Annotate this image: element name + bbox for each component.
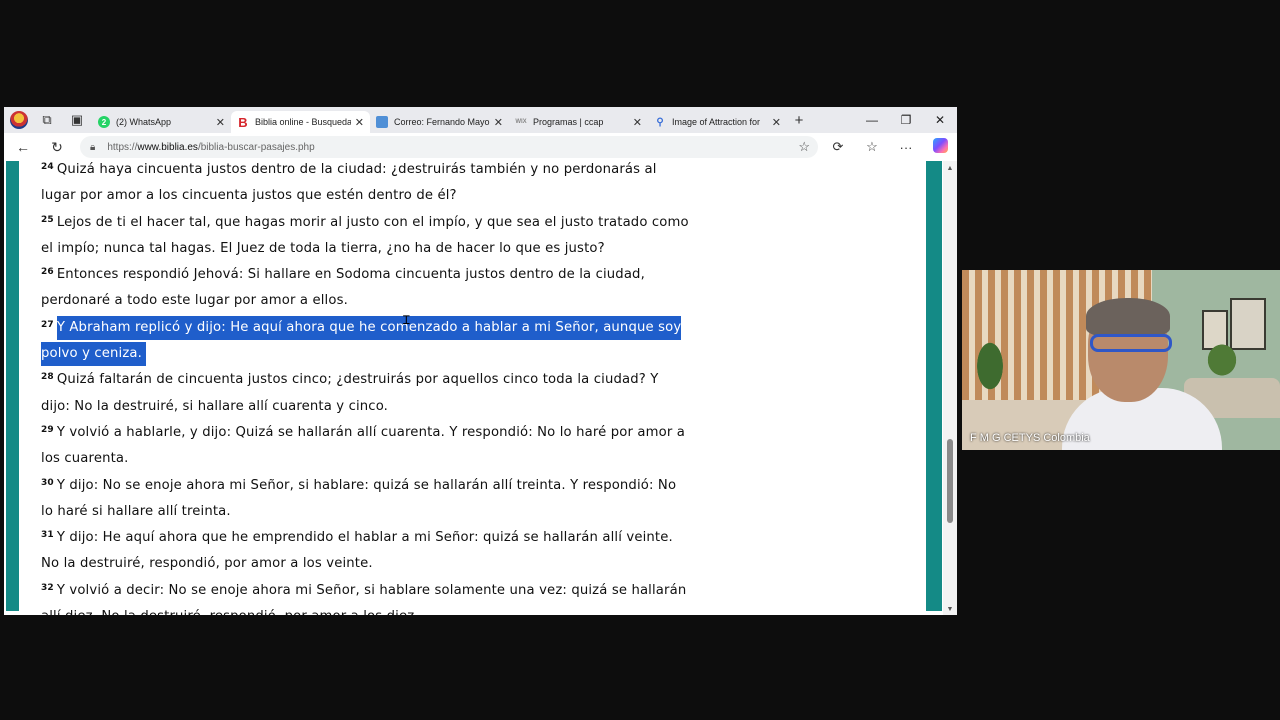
verse-number: 24 bbox=[41, 162, 54, 172]
verse-32: 32 Y volvió a decir: No se enoje ahora mi… bbox=[41, 578, 691, 615]
tab-actions-icon[interactable]: ▣ bbox=[66, 109, 88, 131]
verse-29: 29 Y volvió a hablarle, y dijo: Quizá se … bbox=[41, 420, 691, 473]
tab-whatsapp[interactable]: 2 (2) WhatsApp ✕ bbox=[92, 111, 231, 133]
close-tab-icon[interactable]: ✕ bbox=[216, 116, 225, 129]
new-tab-button[interactable]: + bbox=[787, 112, 811, 129]
address-toolbar: ← ↻ 🔒︎ https://www.biblia.es/biblia-busc… bbox=[4, 133, 957, 161]
verse-27: 27 Y Abraham replicó y dijo: He aquí ahor… bbox=[41, 315, 691, 368]
participant-hair bbox=[1086, 298, 1170, 336]
more-menu-icon[interactable]: ··· bbox=[889, 140, 923, 155]
refresh-icon[interactable]: ↻ bbox=[44, 135, 70, 159]
browser-tools: ⟳ ☆ ··· bbox=[821, 133, 957, 161]
verse-list: 24 Quizá haya cincuenta justos dentro de … bbox=[41, 161, 691, 615]
vertical-scrollbar[interactable]: ▲ ▼ bbox=[943, 161, 957, 615]
verse-text-selected[interactable]: Y Abraham replicó y dijo: He aquí ahora … bbox=[41, 315, 682, 367]
verse-text: Y volvió a decir: No se enoje ahora mi S… bbox=[41, 582, 687, 615]
tab-image-search[interactable]: ⚲ Image of Attraction for ✕ bbox=[648, 111, 787, 133]
tab-title: (2) WhatsApp bbox=[116, 117, 172, 127]
profile-avatar-icon[interactable] bbox=[10, 111, 28, 129]
verse-25: 25 Lejos de ti el hacer tal, que hagas mo… bbox=[41, 210, 691, 263]
copilot-icon[interactable] bbox=[923, 138, 957, 156]
biblia-icon: B bbox=[238, 114, 248, 130]
tab-bar: ⧉ ▣ 2 (2) WhatsApp ✕ B Biblia online - B… bbox=[4, 107, 957, 133]
close-tab-icon[interactable]: ✕ bbox=[355, 116, 364, 129]
verse-text: Entonces respondió Jehová: Si hallare en… bbox=[41, 267, 645, 309]
verse-number: 26 bbox=[41, 267, 54, 278]
scroll-down-icon[interactable]: ▼ bbox=[943, 606, 957, 613]
close-tab-icon[interactable]: ✕ bbox=[633, 116, 642, 129]
url-path: /biblia-buscar-pasajes.php bbox=[197, 141, 315, 153]
verse-number: 32 bbox=[41, 582, 54, 593]
verse-text: Quizá haya cincuenta justos dentro de la… bbox=[41, 162, 657, 204]
verse-number: 29 bbox=[41, 424, 54, 435]
extensions-icon[interactable]: ⟳ bbox=[821, 139, 855, 155]
favorites-icon[interactable]: ☆ bbox=[855, 139, 889, 155]
plant bbox=[970, 330, 1010, 390]
page-border-right bbox=[926, 161, 942, 611]
text-cursor-icon: Ɪ bbox=[403, 313, 410, 327]
tab-title: Image of Attraction for bbox=[672, 117, 761, 127]
window-controls: — ❐ ✕ bbox=[855, 107, 957, 133]
tab-programas[interactable]: WIX Programas | ccap ✕ bbox=[509, 111, 648, 133]
verse-text: Quizá faltarán de cincuenta justos cinco… bbox=[41, 372, 659, 414]
meeting-stage: ⧉ ▣ 2 (2) WhatsApp ✕ B Biblia online - B… bbox=[0, 0, 1280, 720]
participant-name: F M G CETYS Colombia bbox=[970, 432, 1090, 444]
verse-text: Y dijo: No se enoje ahora mi Señor, si h… bbox=[41, 477, 677, 519]
verse-30: 30 Y dijo: No se enoje ahora mi Señor, si… bbox=[41, 473, 691, 526]
verse-text: Y volvió a hablarle, y dijo: Quizá se ha… bbox=[41, 424, 685, 467]
participant-video[interactable]: F M G CETYS Colombia bbox=[962, 270, 1280, 450]
verse-26: 26 Entonces respondió Jehová: Si hallare … bbox=[41, 262, 691, 315]
verse-number: 28 bbox=[41, 372, 54, 383]
verse-number: 31 bbox=[41, 530, 54, 541]
url-host: www.biblia.es bbox=[137, 141, 198, 153]
shared-browser-window: ⧉ ▣ 2 (2) WhatsApp ✕ B Biblia online - B… bbox=[4, 107, 957, 615]
search-icon: ⚲ bbox=[656, 116, 664, 128]
verse-number: 25 bbox=[41, 214, 54, 225]
restore-icon[interactable]: ❐ bbox=[889, 107, 923, 133]
verse-text: Y dijo: He aquí ahora que he emprendido … bbox=[41, 530, 673, 572]
workspaces-icon[interactable]: ⧉ bbox=[36, 109, 58, 131]
verse-28: 28 Quizá faltarán de cincuenta justos cin… bbox=[41, 367, 691, 420]
page-content: 24 Quizá haya cincuenta justos dentro de … bbox=[4, 161, 957, 615]
close-tab-icon[interactable]: ✕ bbox=[772, 116, 781, 129]
tab-title: Programas | ccap bbox=[533, 117, 604, 127]
whatsapp-icon: 2 bbox=[98, 116, 110, 128]
close-window-icon[interactable]: ✕ bbox=[923, 107, 957, 133]
back-icon[interactable]: ← bbox=[10, 135, 36, 159]
plant bbox=[1200, 336, 1244, 376]
verse-number: 27 bbox=[41, 319, 54, 330]
wix-icon: WIX bbox=[515, 119, 527, 125]
address-bar[interactable]: 🔒︎ https://www.biblia.es/biblia-buscar-p… bbox=[80, 136, 818, 158]
scroll-up-icon[interactable]: ▲ bbox=[943, 165, 957, 172]
site-info-icon[interactable]: 🔒︎ bbox=[90, 142, 95, 153]
minimize-icon[interactable]: — bbox=[855, 107, 889, 133]
participant-glasses bbox=[1090, 334, 1172, 352]
page-border-left bbox=[6, 161, 19, 611]
verse-24: 24 Quizá haya cincuenta justos dentro de … bbox=[41, 161, 691, 210]
verse-number: 30 bbox=[41, 477, 54, 488]
verse-text: Lejos de ti el hacer tal, que hagas mori… bbox=[41, 214, 689, 256]
tab-title: Biblia online - Busqueda bbox=[255, 117, 351, 127]
tab-correo[interactable]: Correo: Fernando Mayo ✕ bbox=[370, 111, 509, 133]
outlook-icon bbox=[376, 116, 388, 128]
url-scheme: https:// bbox=[107, 141, 138, 153]
tab-title: Correo: Fernando Mayo bbox=[394, 117, 490, 127]
close-tab-icon[interactable]: ✕ bbox=[494, 116, 503, 129]
scrollbar-thumb[interactable] bbox=[947, 439, 953, 523]
favorite-star-icon[interactable]: ☆ bbox=[798, 139, 810, 155]
verse-31: 31 Y dijo: He aquí ahora que he emprendid… bbox=[41, 525, 691, 578]
tab-biblia[interactable]: B Biblia online - Busqueda ✕ bbox=[231, 111, 370, 133]
